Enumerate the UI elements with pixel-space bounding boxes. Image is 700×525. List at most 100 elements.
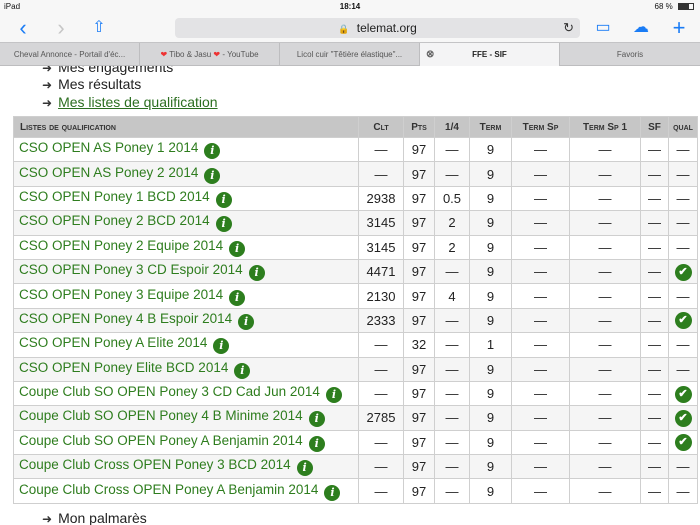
- link-row-listes[interactable]: ➜ Mes listes de qualification: [42, 93, 218, 111]
- cell-clt: —: [358, 380, 404, 407]
- icloud-tabs-icon[interactable]: ☁: [628, 16, 654, 40]
- cell-qual: ✔: [668, 405, 698, 431]
- clock: 18:14: [339, 2, 361, 11]
- competition-name[interactable]: Coupe Club Cross OPEN Poney 3 BCD 2014: [19, 457, 291, 472]
- reload-icon[interactable]: ↻: [563, 18, 574, 38]
- link-listes-qualification[interactable]: Mes listes de qualification: [58, 94, 218, 110]
- cell-q: —: [434, 307, 470, 334]
- info-icon[interactable]: i: [213, 338, 230, 355]
- competition-name[interactable]: CSO OPEN AS Poney 2 2014: [19, 165, 198, 180]
- cell-clt: —: [358, 161, 404, 187]
- link-engagements[interactable]: Mes engagements: [58, 66, 173, 75]
- competition-name[interactable]: CSO OPEN AS Poney 1 2014: [19, 140, 198, 155]
- cell-sf: —: [640, 405, 669, 431]
- competition-name[interactable]: CSO OPEN Poney Elite BCD 2014: [19, 360, 228, 375]
- competition-name-cell: CSO OPEN Poney 2 BCD 2014 i: [13, 210, 359, 236]
- cell-tsp: —: [511, 210, 570, 236]
- competition-name-cell: CSO OPEN Poney 3 Equipe 2014 i: [13, 283, 359, 309]
- competition-name[interactable]: Coupe Club SO OPEN Poney 3 CD Cad Jun 20…: [19, 384, 320, 399]
- link-row-palmares[interactable]: ➜ Mon palmarès: [42, 509, 147, 525]
- new-tab-button[interactable]: +: [666, 16, 692, 40]
- info-icon[interactable]: i: [229, 240, 246, 257]
- tab-bar: Cheval Annonce - Portail d'éc... ❤ Tibo …: [0, 42, 700, 66]
- competition-name[interactable]: Coupe Club SO OPEN Poney A Benjamin 2014: [19, 433, 303, 448]
- cell-q: 4: [434, 283, 470, 309]
- bookmarks-icon[interactable]: ▭: [590, 16, 616, 40]
- tab-youtube[interactable]: ❤ Tibo & Jasu ❤ - YouTube: [140, 43, 280, 66]
- cell-tsp1: —: [569, 356, 641, 382]
- cell-sf: —: [640, 478, 669, 504]
- info-icon[interactable]: i: [204, 167, 221, 184]
- info-icon[interactable]: i: [296, 460, 313, 477]
- address-bar[interactable]: 🔒 telemat.org ↻: [175, 18, 580, 38]
- competition-name[interactable]: Coupe Club SO OPEN Poney 4 B Minime 2014: [19, 408, 303, 423]
- cell-tsp: —: [511, 429, 570, 456]
- info-icon[interactable]: i: [229, 289, 246, 306]
- info-icon[interactable]: i: [324, 484, 341, 501]
- status-bar: iPad 18:14 68 %: [0, 0, 700, 14]
- tab-ffe-sif[interactable]: ⊗ FFE - SIF: [420, 43, 560, 66]
- info-icon[interactable]: i: [248, 265, 265, 282]
- cell-term: 9: [469, 307, 512, 334]
- link-row-resultats[interactable]: ➜ Mes résultats: [42, 75, 141, 93]
- competition-name-cell: CSO OPEN Poney 2 Equipe 2014 i: [13, 234, 359, 260]
- info-icon[interactable]: i: [308, 411, 325, 428]
- cell-pts: 97: [403, 307, 435, 334]
- tab-cheval-annonce[interactable]: Cheval Annonce - Portail d'éc...: [0, 43, 140, 66]
- cell-sf: —: [640, 380, 669, 407]
- competition-name[interactable]: CSO OPEN Poney A Elite 2014: [19, 335, 207, 350]
- cell-term: 9: [469, 210, 512, 236]
- back-button[interactable]: ‹: [10, 16, 36, 40]
- competition-name-cell: CSO OPEN Poney 4 B Espoir 2014 i: [13, 307, 359, 334]
- close-tab-icon[interactable]: ⊗: [426, 43, 434, 66]
- cell-tsp1: —: [569, 210, 641, 236]
- cell-qual: ✔: [668, 429, 698, 456]
- header-quarter: 1/4: [434, 116, 470, 138]
- link-resultats[interactable]: Mes résultats: [58, 76, 141, 92]
- table-row: CSO OPEN Poney 4 B Espoir 2014 i 2333 97—9—…: [13, 307, 698, 334]
- table-row: CSO OPEN Poney 1 BCD 2014 i 2938 97 0.5 9— — — —: [13, 185, 698, 212]
- table-row: CSO OPEN Poney 3 Equipe 2014 i 2130 97 4 9— — —…: [13, 283, 698, 309]
- header-clt: Clt: [358, 116, 404, 138]
- info-icon[interactable]: i: [204, 143, 221, 160]
- competition-name[interactable]: CSO OPEN Poney 4 B Espoir 2014: [19, 311, 232, 326]
- cell-pts: 97: [403, 478, 435, 504]
- battery-percent: 68 %: [654, 2, 673, 11]
- cell-qual: —: [668, 161, 698, 187]
- cell-q: —: [434, 332, 470, 358]
- competition-name[interactable]: CSO OPEN Poney 1 BCD 2014: [19, 189, 210, 204]
- info-icon[interactable]: i: [325, 387, 342, 404]
- competition-name[interactable]: CSO OPEN Poney 2 Equipe 2014: [19, 238, 223, 253]
- cell-q: —: [434, 136, 470, 163]
- cell-term: 9: [469, 136, 512, 163]
- info-icon[interactable]: i: [308, 435, 325, 452]
- share-icon[interactable]: ⇧: [86, 16, 112, 40]
- cell-tsp1: —: [569, 405, 641, 431]
- cell-sf: —: [640, 210, 669, 236]
- competition-name[interactable]: Coupe Club Cross OPEN Poney A Benjamin 2…: [19, 482, 318, 497]
- info-icon[interactable]: i: [215, 191, 232, 208]
- competition-name[interactable]: CSO OPEN Poney 3 CD Espoir 2014: [19, 262, 243, 277]
- cell-qual: ✔: [668, 307, 698, 334]
- table-row: CSO OPEN Poney 3 CD Espoir 2014 i 4471 97—9…: [13, 258, 698, 285]
- competition-name-cell: Coupe Club Cross OPEN Poney A Benjamin 2…: [13, 478, 359, 504]
- link-palmares[interactable]: Mon palmarès: [58, 510, 147, 525]
- check-icon: ✔: [674, 312, 692, 330]
- info-icon[interactable]: i: [234, 362, 251, 379]
- info-icon[interactable]: i: [215, 216, 232, 233]
- info-icon[interactable]: i: [238, 313, 255, 330]
- cell-pts: 97: [403, 210, 435, 236]
- cell-tsp1: —: [569, 332, 641, 358]
- cell-qual: —: [668, 478, 698, 504]
- forward-button[interactable]: ›: [48, 16, 74, 40]
- arrow-right-icon: ➜: [42, 66, 53, 75]
- cell-clt: 4471: [358, 258, 404, 285]
- competition-name-cell: CSO OPEN AS Poney 1 2014 i: [13, 136, 359, 163]
- competition-name[interactable]: CSO OPEN Poney 3 Equipe 2014: [19, 287, 223, 302]
- tab-licol-cuir[interactable]: Licol cuir "Têtière élastique"...: [280, 43, 420, 66]
- competition-name[interactable]: CSO OPEN Poney 2 BCD 2014: [19, 213, 210, 228]
- cell-tsp: —: [511, 161, 570, 187]
- cell-term: 9: [469, 356, 512, 382]
- cell-clt: 2785: [358, 405, 404, 431]
- tab-favoris[interactable]: Favoris: [560, 43, 700, 66]
